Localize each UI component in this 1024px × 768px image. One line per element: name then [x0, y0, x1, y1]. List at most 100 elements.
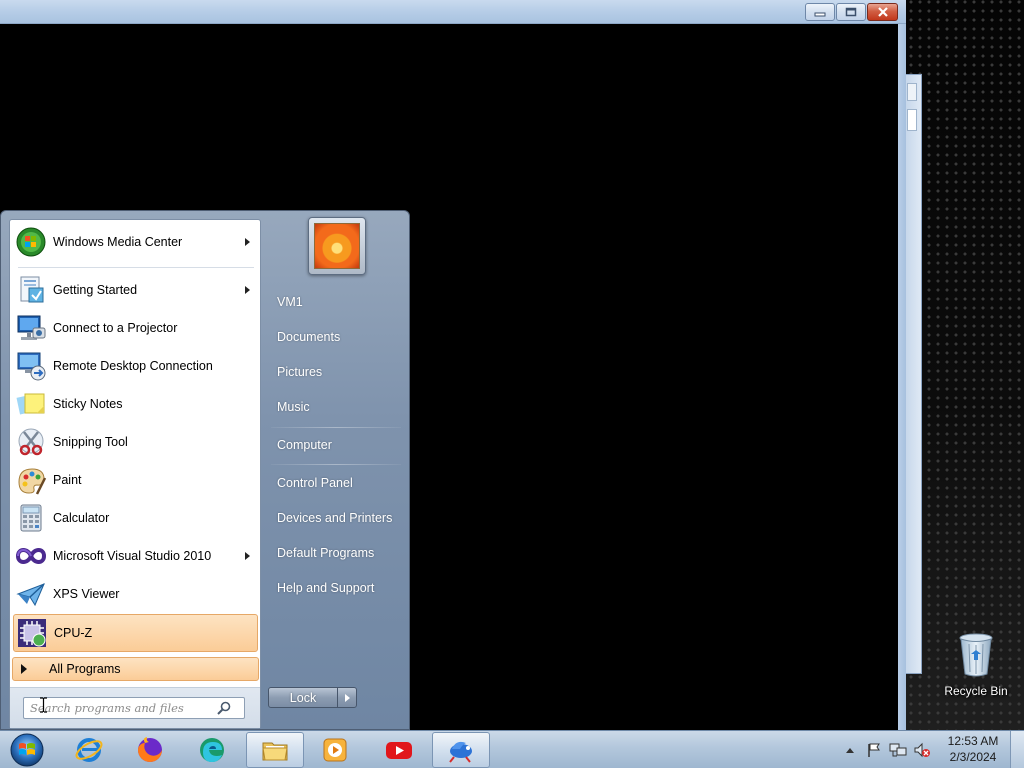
right-item-label: Devices and Printers: [277, 511, 393, 525]
right-item-default-programs[interactable]: Default Programs: [267, 538, 403, 568]
start-menu-programs-pane: Windows Media Center Getting Started Con…: [9, 219, 261, 729]
taskbar: 12:53 AM 2/3/2024: [0, 730, 1024, 768]
start-button[interactable]: [6, 732, 48, 768]
edge-icon: [200, 738, 224, 762]
paint-icon: [15, 464, 47, 496]
program-microsoft-visual-studio-2010[interactable]: Microsoft Visual Studio 2010: [13, 537, 258, 575]
sticky-notes-icon: [15, 388, 47, 420]
background-window-scroll-thumb[interactable]: [907, 109, 917, 131]
volume-button[interactable]: [912, 740, 932, 760]
visual-studio-icon: [15, 540, 47, 572]
right-item-music[interactable]: Music: [267, 392, 403, 422]
start-menu: Windows Media Center Getting Started Con…: [0, 210, 410, 730]
taskbar-clock[interactable]: 12:53 AM 2/3/2024: [940, 733, 1006, 767]
action-center-button[interactable]: [864, 740, 884, 760]
program-label: Snipping Tool: [53, 435, 128, 449]
taskbar-media-player[interactable]: [306, 732, 364, 768]
network-icon: [889, 743, 907, 757]
program-label: Getting Started: [53, 283, 138, 297]
taskbar-bird-app[interactable]: [432, 732, 490, 768]
program-cpu-z[interactable]: CPU-Z: [13, 614, 258, 652]
windows-logo-icon: [10, 733, 44, 767]
system-tray: [840, 731, 940, 768]
projector-icon: [15, 312, 47, 344]
right-item-label: Help and Support: [277, 581, 375, 595]
right-item-pictures[interactable]: Pictures: [267, 357, 403, 387]
calculator-icon: [15, 502, 47, 534]
background-window-scroll-up[interactable]: [907, 83, 917, 101]
recycle-bin-label: Recycle Bin: [944, 684, 1008, 698]
taskbar-internet-explorer[interactable]: [60, 732, 118, 768]
shutdown-options-button[interactable]: [337, 687, 357, 708]
getting-started-icon: [15, 274, 47, 306]
network-button[interactable]: [888, 740, 908, 760]
window-border: [898, 24, 906, 730]
folder-icon: [262, 742, 288, 761]
media-player-icon: [323, 738, 347, 762]
program-paint[interactable]: Paint: [13, 461, 258, 499]
chevron-up-icon: [846, 748, 854, 753]
right-item-vm1[interactable]: VM1: [267, 287, 403, 317]
search-input[interactable]: [24, 698, 214, 718]
program-connect-to-a-projector[interactable]: Connect to a Projector: [13, 309, 258, 347]
user-picture[interactable]: [308, 217, 366, 275]
right-item-label: Control Panel: [277, 476, 353, 490]
right-item-help-and-support[interactable]: Help and Support: [267, 573, 403, 603]
all-programs-label: All Programs: [49, 662, 121, 676]
taskbar-windows-explorer[interactable]: [246, 732, 304, 768]
program-xps-viewer[interactable]: XPS Viewer: [13, 575, 258, 613]
remote-desktop-icon: [15, 350, 47, 382]
all-programs-arrow-icon: [21, 664, 27, 674]
program-label: Paint: [53, 473, 82, 487]
right-separator: [271, 464, 401, 465]
right-item-documents[interactable]: Documents: [267, 322, 403, 352]
submenu-arrow-icon[interactable]: [245, 552, 250, 560]
close-button[interactable]: [867, 3, 898, 21]
program-windows-media-center[interactable]: Windows Media Center: [13, 223, 258, 261]
program-label: XPS Viewer: [53, 587, 120, 601]
search-icon[interactable]: [216, 700, 232, 716]
xps-viewer-icon: [15, 578, 47, 610]
all-programs-button[interactable]: All Programs: [12, 657, 259, 681]
lock-label: Lock: [289, 690, 317, 705]
firefox-icon: [138, 737, 162, 762]
submenu-arrow-icon[interactable]: [245, 286, 250, 294]
cpu-z-icon: [16, 617, 48, 649]
recycle-bin-icon: [957, 632, 995, 678]
submenu-arrow-icon[interactable]: [245, 238, 250, 246]
right-item-devices-and-printers[interactable]: Devices and Printers: [267, 503, 403, 533]
program-getting-started[interactable]: Getting Started: [13, 271, 258, 309]
title-bar[interactable]: [0, 0, 906, 24]
show-hidden-icons-button[interactable]: [840, 740, 860, 760]
minimize-icon: [814, 12, 826, 17]
program-label: Calculator: [53, 511, 110, 525]
taskbar-firefox[interactable]: [121, 732, 179, 768]
program-label: Microsoft Visual Studio 2010: [53, 549, 212, 563]
right-item-label: VM1: [277, 295, 303, 309]
program-remote-desktop-connection[interactable]: Remote Desktop Connection: [13, 347, 258, 385]
restore-icon: [845, 7, 857, 17]
bird-app-icon: [449, 741, 472, 763]
taskbar-edge[interactable]: [183, 732, 241, 768]
lock-button[interactable]: Lock: [268, 687, 338, 708]
background-window-edge[interactable]: [905, 74, 922, 674]
minimize-button[interactable]: [805, 3, 835, 21]
program-sticky-notes[interactable]: Sticky Notes: [13, 385, 258, 423]
windows-media-center-icon: [15, 226, 47, 258]
program-snipping-tool[interactable]: Snipping Tool: [13, 423, 258, 461]
youtube-icon: [386, 742, 412, 759]
program-label: CPU-Z: [54, 626, 93, 640]
restore-button[interactable]: [836, 3, 866, 21]
program-calculator[interactable]: Calculator: [13, 499, 258, 537]
recycle-bin[interactable]: Recycle Bin: [940, 628, 1012, 708]
shutdown-options-arrow-icon: [344, 693, 350, 702]
right-item-control-panel[interactable]: Control Panel: [267, 468, 403, 498]
taskbar-youtube[interactable]: [370, 732, 428, 768]
right-item-computer[interactable]: Computer: [267, 430, 403, 460]
show-desktop-button[interactable]: [1010, 731, 1024, 768]
close-icon: [877, 7, 888, 17]
program-label: Connect to a Projector: [53, 321, 178, 335]
user-avatar: [314, 223, 360, 269]
right-separator: [271, 427, 401, 428]
search-box[interactable]: [23, 697, 245, 719]
